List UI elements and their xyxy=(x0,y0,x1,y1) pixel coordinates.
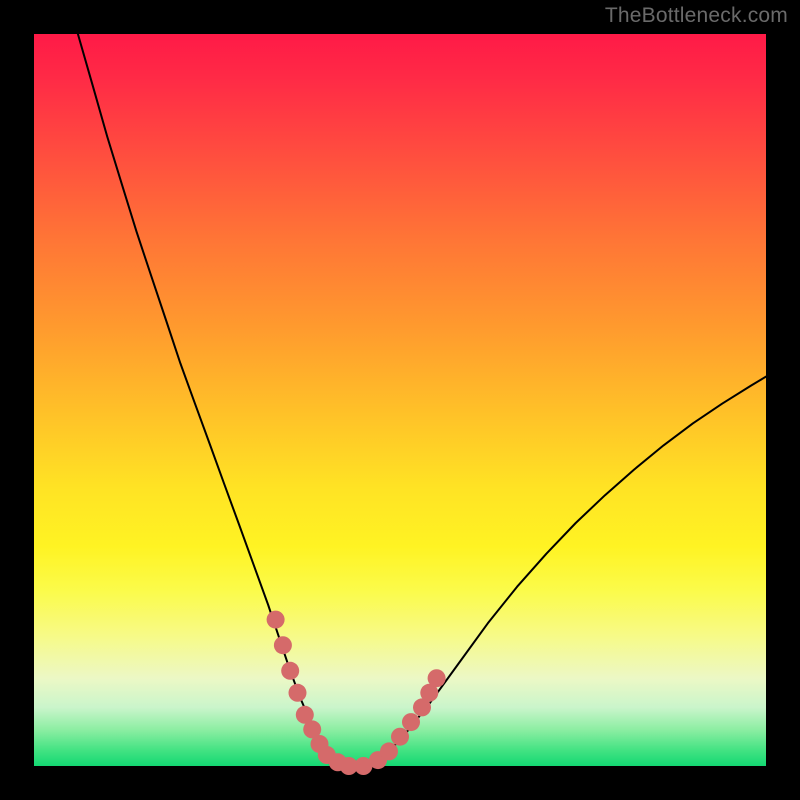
curve-marker xyxy=(274,636,292,654)
curve-marker xyxy=(391,728,409,746)
chart-frame: TheBottleneck.com xyxy=(0,0,800,800)
curve-marker xyxy=(289,684,307,702)
curve-marker xyxy=(428,669,446,687)
bottleneck-curve xyxy=(78,34,766,766)
curve-marker xyxy=(402,713,420,731)
curve-marker xyxy=(281,662,299,680)
watermark-label: TheBottleneck.com xyxy=(605,4,788,28)
curve-marker xyxy=(380,742,398,760)
chart-svg xyxy=(34,34,766,766)
curve-markers xyxy=(267,611,446,775)
curve-marker xyxy=(267,611,285,629)
